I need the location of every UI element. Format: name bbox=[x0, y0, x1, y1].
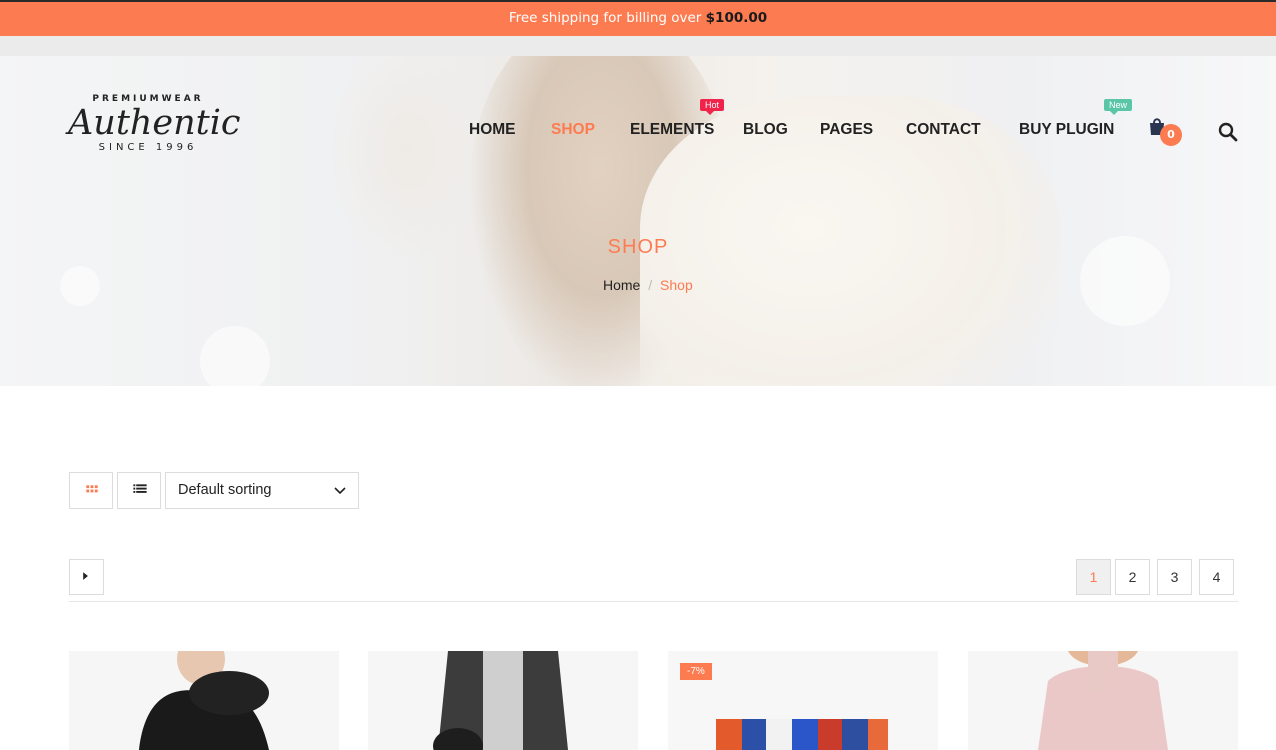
page-button-4[interactable]: 4 bbox=[1199, 559, 1234, 595]
product-image bbox=[968, 651, 1238, 750]
cart-count-badge[interactable]: 0 bbox=[1160, 124, 1182, 146]
shipping-amount: $100.00 bbox=[705, 10, 768, 26]
list-view-icon bbox=[133, 484, 147, 493]
page-button-1[interactable]: 1 bbox=[1076, 559, 1111, 595]
top-spacer bbox=[0, 36, 1276, 56]
sort-select[interactable]: Default sorting bbox=[165, 472, 359, 509]
shipping-text: Free shipping for billing over bbox=[508, 10, 706, 26]
breadcrumb-current: Shop bbox=[660, 277, 693, 293]
new-badge: New bbox=[1104, 99, 1133, 115]
logo-since: SINCE 1996 bbox=[98, 142, 198, 153]
nav-pages[interactable]: PAGES bbox=[820, 121, 873, 139]
product-image bbox=[368, 651, 638, 750]
sort-select-value: Default sorting bbox=[178, 482, 272, 498]
nav-elements[interactable]: ELEMENTS bbox=[630, 121, 714, 139]
nav-contact[interactable]: CONTACT bbox=[906, 121, 981, 139]
breadcrumb-separator: / bbox=[648, 277, 653, 293]
product-card[interactable]: -7% bbox=[668, 651, 938, 750]
grid-view-button[interactable] bbox=[69, 472, 113, 509]
search-icon[interactable] bbox=[1218, 122, 1238, 142]
sale-badge: -7% bbox=[680, 663, 712, 680]
page-button-2[interactable]: 2 bbox=[1115, 559, 1150, 595]
product-card[interactable] bbox=[368, 651, 638, 750]
grid-view-icon bbox=[86, 485, 98, 493]
toolbar-divider bbox=[69, 601, 1238, 602]
nav-home[interactable]: HOME bbox=[469, 121, 516, 139]
nav-shop[interactable]: SHOP bbox=[551, 121, 595, 139]
logo-wordmark: Authentic bbox=[68, 103, 241, 143]
page-button-3[interactable]: 3 bbox=[1157, 559, 1192, 595]
breadcrumb: Home / Shop bbox=[603, 277, 693, 293]
site-logo[interactable]: PREMIUMWEAR Authentic SINCE 1996 bbox=[68, 94, 241, 168]
shipping-banner: Free shipping for billing over $100.00 bbox=[0, 0, 1276, 36]
chevron-down-icon bbox=[334, 487, 346, 495]
list-view-button[interactable] bbox=[117, 472, 161, 509]
page-title: SHOP bbox=[607, 236, 669, 258]
play-icon bbox=[83, 572, 88, 580]
product-card[interactable] bbox=[69, 651, 339, 750]
filter-toggle-button[interactable] bbox=[69, 559, 104, 595]
nav-blog[interactable]: BLOG bbox=[743, 121, 788, 139]
hot-badge: Hot bbox=[700, 99, 725, 115]
product-card[interactable] bbox=[968, 651, 1238, 750]
product-image bbox=[69, 651, 339, 750]
nav-buy-plugin[interactable]: BUY PLUGIN bbox=[1019, 121, 1114, 139]
breadcrumb-home[interactable]: Home bbox=[603, 277, 640, 293]
